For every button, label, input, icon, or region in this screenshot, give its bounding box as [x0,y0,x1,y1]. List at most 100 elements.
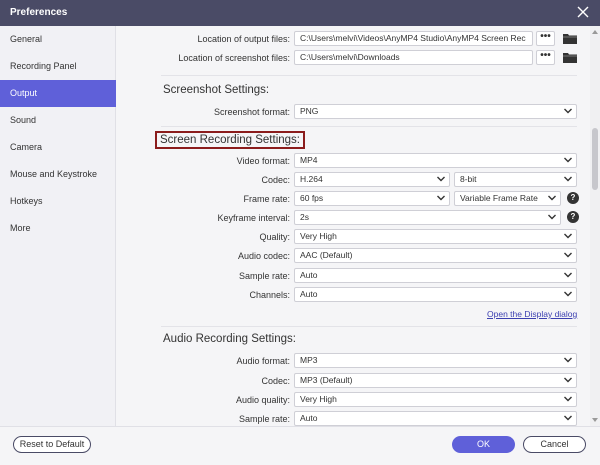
select-value: MP3 (Default) [300,375,353,385]
scrollbar-thumb[interactable] [592,128,598,190]
sidebar-item-output[interactable]: Output [0,80,116,107]
audio-recording-settings-heading: Audio Recording Settings: [163,333,296,345]
folder-icon[interactable] [563,33,577,44]
audio-sample-rate-label: Sample rate: [238,414,290,424]
chevron-down-icon [548,195,556,201]
select-value: 60 fps [300,193,324,203]
divider [161,75,577,76]
sidebar-item-recording-panel[interactable]: Recording Panel [0,53,116,80]
sample-rate-label: Sample rate: [238,271,290,281]
select-value: H.264 [300,174,323,184]
sidebar-item-label: Camera [10,142,43,152]
sidebar-item-more[interactable]: More [0,215,116,242]
frame-rate-select[interactable]: 60 fps [294,191,450,206]
chevron-down-icon [564,272,572,278]
video-format-select[interactable]: MP4 [294,153,577,168]
frame-rate-label: Frame rate: [243,194,290,204]
audio-format-label: Audio format: [236,356,290,366]
sidebar-item-label: General [10,34,43,44]
keyframe-interval-label: Keyframe interval: [217,213,290,223]
chevron-down-icon [564,176,572,182]
chevron-down-icon [564,108,572,114]
chevron-down-icon [564,357,572,363]
audio-codec-label: Codec: [261,376,290,386]
sample-rate-select[interactable]: Auto [294,268,577,283]
sidebar-item-label: Recording Panel [10,61,77,71]
audio-format-select[interactable]: MP3 [294,353,577,368]
chevron-down-icon [437,176,445,182]
divider [161,126,577,127]
channels-label: Channels: [249,290,290,300]
codec-label: Codec: [261,175,290,185]
footer: Reset to Default OK Cancel [0,426,600,465]
select-value: Variable Frame Rate [460,193,538,203]
chevron-down-icon [564,396,572,402]
chevron-down-icon [564,291,572,297]
audio-sample-rate-select[interactable]: Auto [294,411,577,426]
select-value: Very High [300,394,337,404]
sidebar-item-general[interactable]: General [0,26,116,53]
sidebar-item-label: Sound [10,115,37,125]
sidebar-item-camera[interactable]: Camera [0,134,116,161]
quality-select[interactable]: Very High [294,229,577,244]
ok-button[interactable]: OK [452,436,515,453]
frame-rate-mode-select[interactable]: Variable Frame Rate [454,191,561,206]
video-format-label: Video format: [236,156,290,166]
sidebar-item-label: More [10,223,31,233]
chevron-down-icon [564,415,572,421]
divider [161,326,577,327]
cancel-button[interactable]: Cancel [523,436,586,453]
quality-label: Quality: [259,232,290,242]
chevron-down-icon [437,195,445,201]
scroll-down-icon[interactable] [592,417,598,423]
bit-depth-select[interactable]: 8-bit [454,172,577,187]
output-settings-panel: Location of output files: C:\Users\melvi… [117,26,590,426]
location-screenshot-field[interactable]: C:\Users\melvi\Downloads [294,50,533,65]
audio-codec-select[interactable]: AAC (Default) [294,248,577,263]
sidebar-item-label: Mouse and Keystroke [10,169,98,179]
browse-screenshot-button[interactable]: ••• [536,50,555,65]
chevron-down-icon [564,233,572,239]
sidebar-item-label: Hotkeys [10,196,43,206]
select-value: PNG [300,106,319,116]
select-value: 2s [300,212,309,222]
keyframe-interval-select[interactable]: 2s [294,210,561,225]
sidebar-item-hotkeys[interactable]: Hotkeys [0,188,116,215]
select-value: AAC (Default) [300,250,353,260]
folder-icon[interactable] [563,52,577,63]
select-value: MP3 [300,355,318,365]
sidebar-item-mouse-and-keystroke[interactable]: Mouse and Keystroke [0,161,116,188]
vertical-scrollbar[interactable] [590,26,600,426]
audio-quality-label: Audio quality: [235,395,290,405]
sidebar: General Recording Panel Output Sound Cam… [0,26,116,426]
keyframe-help-icon[interactable]: ? [567,211,579,223]
chevron-down-icon [564,252,572,258]
chevron-down-icon [548,214,556,220]
close-icon[interactable] [576,5,590,19]
select-value: Auto [300,289,318,299]
codec-select[interactable]: H.264 [294,172,450,187]
chevron-down-icon [564,157,572,163]
chevron-down-icon [564,377,572,383]
scroll-up-icon[interactable] [592,29,598,35]
open-display-dialog-link[interactable]: Open the Display dialog [487,309,577,319]
sidebar-item-sound[interactable]: Sound [0,107,116,134]
browse-output-button[interactable]: ••• [536,31,555,46]
sidebar-item-label: Output [10,88,38,98]
reset-to-default-button[interactable]: Reset to Default [13,436,91,453]
screenshot-format-label: Screenshot format: [213,107,290,117]
select-value: Very High [300,231,337,241]
channels-select[interactable]: Auto [294,287,577,302]
frame-rate-help-icon[interactable]: ? [567,192,579,204]
screenshot-format-select[interactable]: PNG [294,104,577,119]
select-value: 8-bit [460,174,477,184]
location-output-field[interactable]: C:\Users\melvi\Videos\AnyMP4 Studio\AnyM… [294,31,533,46]
location-output-label: Location of output files: [197,34,290,44]
audio-quality-select[interactable]: Very High [294,392,577,407]
location-screenshot-label: Location of screenshot files: [178,53,290,63]
screenshot-settings-heading: Screenshot Settings: [163,84,270,96]
audio-recording-codec-select[interactable]: MP3 (Default) [294,373,577,388]
select-value: Auto [300,413,318,423]
audio-codec-label: Audio codec: [237,251,290,261]
select-value: MP4 [300,155,318,165]
